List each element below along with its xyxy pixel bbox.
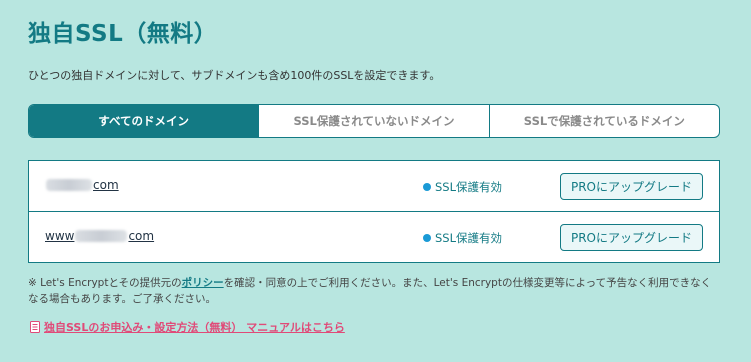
redacted-domain-name [46,179,92,191]
domain-suffix: com [128,229,155,243]
domain-filter-tabs: すべてのドメイン SSL保護されていないドメイン SSLで保護されているドメイン [28,104,720,138]
page-description: ひとつの独自ドメインに対して、サブドメインも含め100件のSSLを設定できます。 [28,69,441,82]
tab-all-domains[interactable]: すべてのドメイン [29,105,259,137]
domain-suffix: com [93,178,119,192]
redacted-domain-name [75,230,128,242]
status-dot-icon [423,183,431,191]
ssl-status: SSL保護有効 [423,230,502,246]
status-dot-icon [423,234,431,242]
domain-link[interactable]: www com [45,229,154,243]
upgrade-pro-button[interactable]: PROにアップグレード [560,224,703,251]
tab-unprotected-domains[interactable]: SSL保護されていないドメイン [258,105,488,137]
terms-note-before: ※ Let's Encryptとその提供元の [28,277,182,289]
terms-note: ※ Let's Encryptとその提供元のポリシーを確認・同意の上でご利用くだ… [28,275,720,307]
ssl-status-label: SSL保護有効 [435,231,503,245]
page-title: 独自SSL（無料） [28,21,218,47]
manual-link-label[interactable]: 独自SSLのお申込み・設定方法（無料） マニュアルはこちら [44,319,345,335]
tab-protected-domains[interactable]: SSLで保護されているドメイン [488,105,719,137]
policy-link[interactable]: ポリシー [182,277,224,289]
domain-link[interactable]: com [45,178,119,192]
upgrade-pro-button[interactable]: PROにアップグレード [560,173,703,200]
table-row: www com SSL保護有効 PROにアップグレード [29,212,719,262]
document-icon [30,321,40,333]
ssl-status-label: SSL保護有効 [435,180,503,194]
table-row: com SSL保護有効 PROにアップグレード [29,161,719,212]
ssl-status: SSL保護有効 [423,179,502,195]
domain-prefix: www [45,229,75,243]
domain-table: com SSL保護有効 PROにアップグレード www com SSL保護有効 … [28,160,720,263]
manual-link[interactable]: 独自SSLのお申込み・設定方法（無料） マニュアルはこちら [30,319,345,335]
